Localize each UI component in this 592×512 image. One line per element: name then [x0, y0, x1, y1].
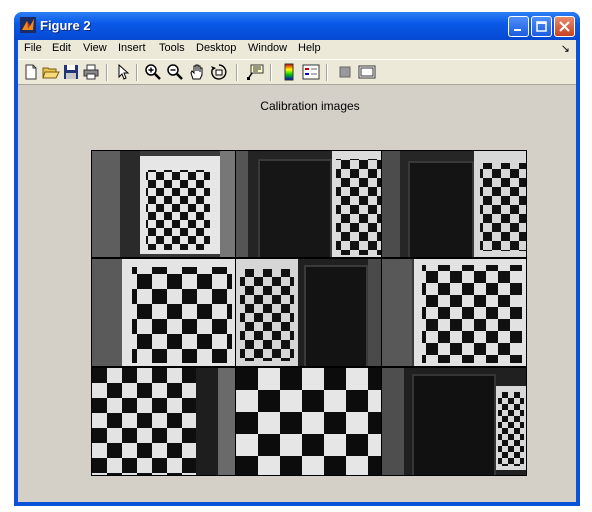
menu-file[interactable]: File [24, 42, 42, 54]
calibration-image-montage [91, 150, 527, 476]
colorbar-icon[interactable] [280, 63, 298, 81]
hide-plot-tools-icon[interactable] [336, 63, 354, 81]
show-plot-tools-icon[interactable] [358, 63, 376, 81]
zoom-out-icon[interactable] [166, 63, 184, 81]
menu-insert[interactable]: Insert [118, 42, 146, 54]
calibration-image-1 [92, 151, 235, 257]
calibration-image-2 [236, 151, 381, 257]
close-icon [559, 21, 570, 32]
new-figure-icon[interactable] [22, 63, 40, 81]
figure-toolbar [18, 59, 576, 85]
matlab-logo-icon [20, 17, 36, 33]
calibration-image-9 [382, 368, 526, 475]
legend-icon[interactable] [302, 63, 320, 81]
zoom-in-icon[interactable] [144, 63, 162, 81]
figure-window: Figure 2 File Edit View Insert Tools Des… [14, 12, 580, 506]
menubar-dock-arrow[interactable]: ↘ [561, 42, 570, 55]
pan-hand-icon[interactable] [188, 63, 206, 81]
rotate-3d-icon[interactable] [210, 63, 228, 81]
title-bar[interactable]: Figure 2 [14, 12, 580, 40]
menu-tools[interactable]: Tools [159, 42, 185, 54]
calibration-image-3 [382, 151, 526, 257]
menu-edit[interactable]: Edit [52, 42, 71, 54]
figure-canvas: Calibration images [18, 85, 576, 502]
toolbar-separator [270, 64, 272, 81]
menu-view[interactable]: View [83, 42, 107, 54]
menu-bar: File Edit View Insert Tools Desktop Wind… [18, 40, 576, 59]
toolbar-separator [236, 64, 238, 81]
toolbar-separator [326, 64, 328, 81]
pointer-icon[interactable] [114, 63, 132, 81]
data-cursor-icon[interactable] [246, 63, 264, 81]
window-title: Figure 2 [40, 18, 91, 33]
calibration-image-5 [236, 259, 381, 366]
minimize-button[interactable] [508, 16, 529, 37]
calibration-image-8 [236, 368, 381, 475]
figure-client-area: File Edit View Insert Tools Desktop Wind… [18, 40, 576, 502]
close-button[interactable] [554, 16, 575, 37]
axes-title: Calibration images [260, 99, 360, 113]
toolbar-separator [136, 64, 138, 81]
save-icon[interactable] [62, 63, 80, 81]
menu-desktop[interactable]: Desktop [196, 42, 236, 54]
minimize-icon [514, 29, 521, 31]
maximize-button[interactable] [531, 16, 552, 37]
print-icon[interactable] [82, 63, 100, 81]
menu-window[interactable]: Window [248, 42, 287, 54]
calibration-image-6 [382, 259, 526, 366]
toolbar-separator [106, 64, 108, 81]
maximize-icon [536, 21, 547, 32]
open-file-icon[interactable] [42, 63, 60, 81]
menu-help[interactable]: Help [298, 42, 321, 54]
calibration-image-7 [92, 368, 235, 475]
calibration-image-4 [92, 259, 235, 366]
